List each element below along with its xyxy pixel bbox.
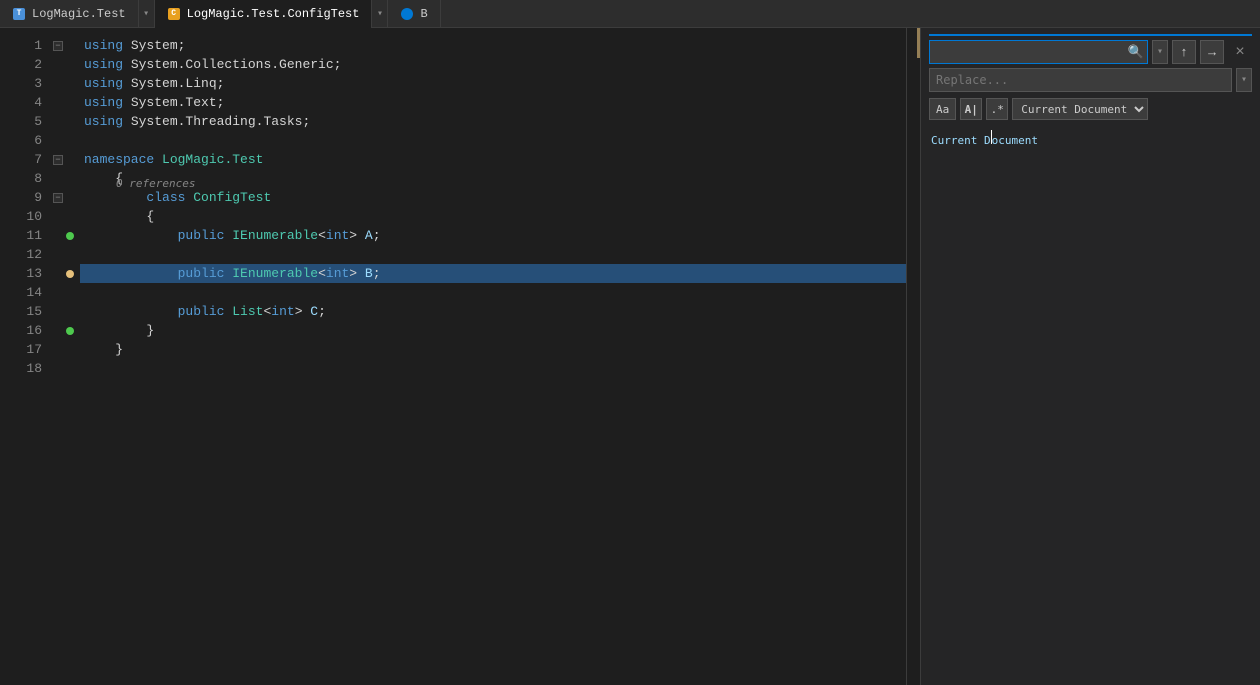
find-dropdown-btn[interactable]: ▾ bbox=[1152, 40, 1168, 64]
collapse-btn-9[interactable]: − bbox=[53, 193, 63, 203]
code-line-13: public IEnumerable<int> B; bbox=[80, 264, 906, 283]
dot-line-13 bbox=[66, 270, 74, 278]
regex-btn[interactable]: .* bbox=[986, 98, 1008, 120]
code-line-7: namespace LogMagic.Test bbox=[80, 150, 906, 169]
code-editor[interactable]: using System; using System.Collections.G… bbox=[80, 28, 906, 685]
code-line-18 bbox=[80, 359, 906, 378]
line-num-4: 4 bbox=[0, 93, 42, 112]
line-num-7: 7 bbox=[0, 150, 42, 169]
line-num-18: 18 bbox=[0, 359, 42, 378]
code-line-8: { bbox=[80, 169, 906, 188]
code-line-4: using System.Text; bbox=[80, 93, 906, 112]
line-num-2: 2 bbox=[0, 55, 42, 74]
dot-line-11 bbox=[66, 232, 74, 240]
options-row: Aa A| .* Current Document Entire Solutio… bbox=[929, 98, 1252, 120]
tab-logmagic-test-label: LogMagic.Test bbox=[32, 7, 126, 21]
search-icon[interactable]: 🔍 bbox=[1128, 45, 1144, 60]
match-case-btn[interactable]: Aa bbox=[929, 98, 956, 120]
code-line-15: public List<int> C; bbox=[80, 302, 906, 321]
tab-configtest-label: LogMagic.Test.ConfigTest bbox=[187, 7, 360, 21]
line-num-8: 8 bbox=[0, 169, 42, 188]
collapse-9[interactable]: − bbox=[50, 188, 66, 207]
line-num-14: 14 bbox=[0, 283, 42, 302]
line-num-9: 9 bbox=[0, 188, 42, 207]
margin-indicators bbox=[66, 28, 80, 685]
code-line-16: } bbox=[80, 321, 906, 340]
code-line-11: public IEnumerable<int> A; bbox=[80, 226, 906, 245]
replace-input[interactable] bbox=[929, 68, 1232, 92]
tab-logmagic-test-dropdown[interactable]: ▾ bbox=[139, 0, 155, 28]
collapse-btn-7[interactable]: − bbox=[53, 155, 63, 165]
tab-extra-label: B bbox=[420, 7, 427, 21]
line-num-5: 5 bbox=[0, 112, 42, 131]
minimap-scroll[interactable] bbox=[906, 28, 920, 685]
tab-bar: T LogMagic.Test ▾ C LogMagic.Test.Config… bbox=[0, 0, 1260, 28]
code-line-14 bbox=[80, 283, 906, 302]
tab-configtest-dropdown[interactable]: ▾ bbox=[372, 0, 388, 28]
tab-extra-icon bbox=[400, 7, 414, 21]
editor-area[interactable]: 1 2 3 4 5 6 7 8 9 10 11 12 13 14 15 16 1… bbox=[0, 28, 920, 685]
line-num-17: 17 bbox=[0, 340, 42, 359]
cursor-tooltip: Current Document bbox=[929, 130, 1252, 147]
dot-line-16 bbox=[66, 327, 74, 335]
line-num-10: 10 bbox=[0, 207, 42, 226]
search-input[interactable] bbox=[929, 40, 1148, 64]
line-num-3: 3 bbox=[0, 74, 42, 93]
scroll-marker-yellow bbox=[917, 28, 920, 58]
code-line-12 bbox=[80, 245, 906, 264]
main-area: 1 2 3 4 5 6 7 8 9 10 11 12 13 14 15 16 1… bbox=[0, 28, 1260, 685]
match-word-btn[interactable]: A| bbox=[960, 98, 982, 120]
search-input-wrap: 🔍 bbox=[929, 40, 1148, 64]
find-replace-panel: 🔍 ▾ ↑ → × ▾ Aa A| .* Current Document En… bbox=[920, 28, 1260, 685]
tab-test-icon: T bbox=[12, 7, 26, 21]
code-line-5: using System.Threading.Tasks; bbox=[80, 112, 906, 131]
collapse-btn-1[interactable]: − bbox=[53, 41, 63, 51]
collapse-1[interactable]: − bbox=[50, 36, 66, 55]
find-row: 🔍 ▾ ↑ → × bbox=[929, 40, 1252, 64]
scope-select[interactable]: Current Document Entire Solution Open Do… bbox=[1012, 98, 1148, 120]
code-line-17: } bbox=[80, 340, 906, 359]
find-close-btn[interactable]: × bbox=[1228, 40, 1252, 64]
tab-config-icon: C bbox=[167, 7, 181, 21]
panel-border bbox=[929, 34, 1252, 36]
code-line-1: using System; bbox=[80, 36, 906, 55]
line-num-16: 16 bbox=[0, 321, 42, 340]
line-num-15: 15 bbox=[0, 302, 42, 321]
line-num-11: 11 bbox=[0, 226, 42, 245]
code-line-3: using System.Linq; bbox=[80, 74, 906, 93]
collapse-7[interactable]: − bbox=[50, 150, 66, 169]
tab-configtest[interactable]: C LogMagic.Test.ConfigTest bbox=[155, 0, 373, 28]
code-line-2: using System.Collections.Generic; bbox=[80, 55, 906, 74]
line-num-1: 1 bbox=[0, 36, 42, 55]
tab-extra[interactable]: B bbox=[388, 0, 440, 28]
replace-dropdown-btn[interactable]: ▾ bbox=[1236, 68, 1252, 92]
find-prev-btn[interactable]: ↑ bbox=[1172, 40, 1196, 64]
line-numbers: 1 2 3 4 5 6 7 8 9 10 11 12 13 14 15 16 1… bbox=[0, 28, 50, 685]
tab-logmagic-test[interactable]: T LogMagic.Test bbox=[0, 0, 139, 28]
line-num-12: 12 bbox=[0, 245, 42, 264]
code-line-10: { bbox=[80, 207, 906, 226]
code-line-9: class ConfigTest bbox=[80, 188, 906, 207]
code-line-6 bbox=[80, 131, 906, 150]
collapse-gutter: − − − bbox=[50, 28, 66, 685]
line-num-13: 13 bbox=[0, 264, 42, 283]
find-next-btn[interactable]: → bbox=[1200, 40, 1224, 64]
line-num-6: 6 bbox=[0, 131, 42, 150]
code-line-9-wrap: 0 references class ConfigTest bbox=[80, 188, 906, 207]
replace-row: ▾ bbox=[929, 68, 1252, 92]
